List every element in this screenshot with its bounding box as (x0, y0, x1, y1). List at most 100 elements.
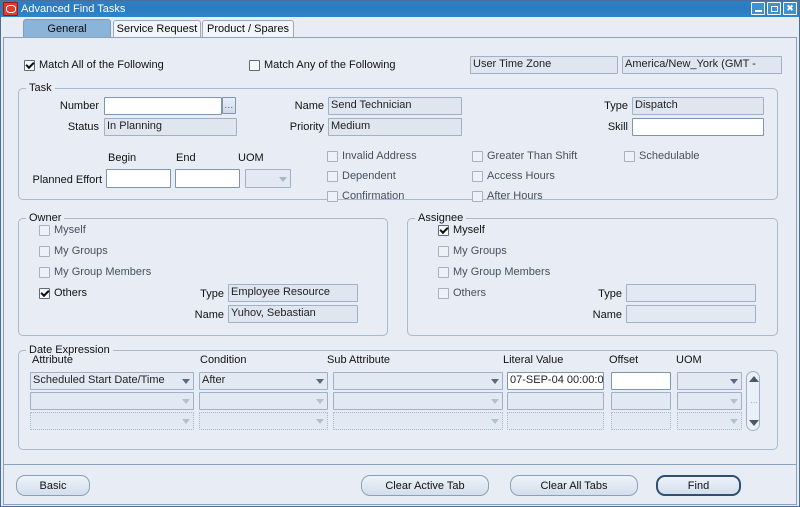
row-1-literal-value-input[interactable] (507, 392, 604, 410)
assignee-name-label: Name (592, 309, 622, 321)
dialog-footer: Basic Clear Active Tab Clear All Tabs Fi… (3, 465, 797, 505)
owner-my-groups-checkbox[interactable] (39, 246, 50, 257)
row-0-condition-value: After (202, 374, 226, 386)
checkbox-schedulable-label: Schedulable (639, 150, 700, 162)
tab-service-request[interactable]: Service Request (113, 20, 201, 37)
owner-myself-checkbox[interactable] (39, 225, 50, 236)
find-button[interactable]: Find (656, 475, 741, 496)
chevron-down-icon (491, 379, 499, 384)
checkbox-greater-than-shift[interactable] (472, 151, 483, 162)
checkbox-dependent[interactable] (327, 171, 338, 182)
owner-others-checkbox[interactable] (39, 288, 50, 299)
assignee-others-label: Others (453, 287, 487, 299)
task-number-input[interactable] (104, 97, 222, 115)
match-any-checkbox[interactable] (249, 60, 260, 71)
checkbox-access-hours[interactable] (472, 171, 483, 182)
row-0-attribute-select[interactable]: Scheduled Start Date/Time (30, 372, 194, 390)
row-1-attribute-select[interactable] (30, 392, 194, 410)
basic-button-label: Basic (39, 479, 67, 492)
row-2-literal-value-input[interactable] (507, 412, 604, 430)
assignee-name-input[interactable] (626, 305, 756, 323)
user-time-zone-value-field[interactable]: America/New_York (GMT - (622, 56, 782, 74)
row-1-uom-select[interactable] (677, 392, 742, 410)
task-skill-input[interactable] (632, 118, 764, 136)
row-2-uom-select[interactable] (677, 412, 742, 430)
task-priority-input[interactable]: Medium (328, 118, 462, 136)
task-status-input[interactable]: In Planning (104, 118, 237, 136)
checkbox-invalid-address[interactable] (327, 151, 338, 162)
planned-effort-uom-select[interactable] (245, 169, 291, 188)
planned-effort-label: Planned Effort (32, 174, 102, 186)
match-all-checkbox[interactable] (24, 60, 35, 71)
task-name-input[interactable]: Send Technician (328, 97, 462, 115)
assignee-myself-label: Myself (453, 224, 485, 236)
scroll-up-arrow[interactable] (749, 376, 759, 382)
assignee-my-group-members-checkbox[interactable] (438, 267, 449, 278)
scrollbar-grip[interactable]: ⋯ (750, 398, 758, 410)
chevron-down-icon (730, 419, 738, 424)
row-1-sub-attribute-select[interactable] (333, 392, 503, 410)
assignee-myself-checkbox[interactable] (438, 225, 449, 236)
header-literal-value: Literal Value (503, 354, 564, 366)
row-0-offset-input[interactable] (611, 372, 671, 390)
minimize-icon[interactable] (751, 2, 765, 15)
match-all-label: Match All of the Following (39, 59, 164, 71)
chevron-down-icon (316, 379, 324, 384)
task-type-input[interactable]: Dispatch (632, 97, 764, 115)
tab-general[interactable]: General (23, 19, 111, 37)
find-button-label: Find (687, 479, 710, 492)
assignee-type-input[interactable] (626, 284, 756, 302)
maximize-icon[interactable] (767, 2, 781, 15)
task-number-label: Number (59, 100, 99, 112)
row-0-sub-attribute-select[interactable] (333, 372, 503, 390)
clear-all-tabs-button[interactable]: Clear All Tabs (510, 475, 638, 496)
task-status-label: Status (67, 121, 99, 133)
row-1-offset-input[interactable] (611, 392, 671, 410)
row-0-uom-select[interactable] (677, 372, 742, 390)
checkbox-confirmation-label: Confirmation (342, 190, 405, 202)
row-2-offset-input[interactable] (611, 412, 671, 430)
assignee-others-checkbox[interactable] (438, 288, 449, 299)
owner-my-group-members-checkbox[interactable] (39, 267, 50, 278)
checkbox-schedulable[interactable] (624, 151, 635, 162)
planned-effort-begin-header: Begin (108, 152, 137, 164)
tab-product-spares-label: Product / Spares (207, 23, 289, 35)
header-attribute: Attribute (32, 354, 73, 366)
basic-button[interactable]: Basic (16, 475, 90, 496)
tab-product-spares[interactable]: Product / Spares (202, 20, 294, 37)
checkbox-after-hours[interactable] (472, 191, 483, 202)
chevron-down-icon (182, 399, 190, 404)
owner-name-input[interactable]: Yuhov, Sebastian (228, 305, 358, 323)
checkbox-after-hours-label: After Hours (487, 190, 543, 202)
chevron-down-icon (182, 379, 190, 384)
assignee-my-groups-checkbox[interactable] (438, 246, 449, 257)
row-2-condition-select[interactable] (199, 412, 328, 430)
date-expression-scrollbar[interactable]: ⋯ (746, 371, 760, 431)
assignee-my-group-members-label: My Group Members (453, 266, 551, 278)
row-1-condition-select[interactable] (199, 392, 328, 410)
row-0-attribute-value: Scheduled Start Date/Time (33, 374, 165, 386)
close-icon[interactable]: ✖ (783, 2, 797, 15)
planned-effort-end-input[interactable] (175, 169, 240, 188)
row-0-condition-select[interactable]: After (199, 372, 328, 390)
row-2-attribute-select[interactable] (30, 412, 194, 430)
chevron-down-icon (182, 419, 190, 424)
checkbox-confirmation[interactable] (327, 191, 338, 202)
header-uom: UOM (676, 354, 702, 366)
owner-my-groups-label: My Groups (54, 245, 108, 257)
task-priority-label: Priority (289, 121, 324, 133)
chevron-down-icon (730, 379, 738, 384)
row-0-literal-value-input[interactable]: 07-SEP-04 00:00:0 (507, 372, 604, 390)
clear-all-tabs-label: Clear All Tabs (540, 479, 608, 492)
owner-name-label: Name (194, 309, 224, 321)
row-2-sub-attribute-select[interactable] (333, 412, 503, 430)
planned-effort-begin-input[interactable] (106, 169, 171, 188)
window-titlebar: Advanced Find Tasks ✖ (1, 1, 799, 17)
clear-active-tab-button[interactable]: Clear Active Tab (361, 475, 489, 496)
assignee-my-groups-label: My Groups (453, 245, 507, 257)
owner-type-input[interactable]: Employee Resource (228, 284, 358, 302)
task-name-label: Name (294, 100, 324, 112)
owner-group-title: Owner (26, 213, 65, 224)
checkbox-dependent-label: Dependent (342, 170, 396, 182)
scroll-down-arrow[interactable] (749, 420, 759, 426)
